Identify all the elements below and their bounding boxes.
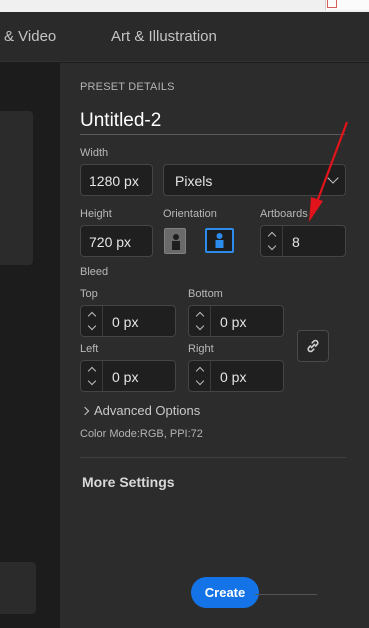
divider — [255, 594, 317, 595]
bleed-bottom-value: 0 px — [220, 314, 247, 330]
width-field[interactable]: 1280 px — [80, 164, 153, 196]
chevron-down-icon — [327, 172, 339, 184]
units-value: Pixels — [175, 173, 213, 189]
landscape-orientation-icon — [215, 233, 224, 248]
width-label: Width — [80, 147, 109, 159]
bleed-right-stepper[interactable]: 0 px — [188, 360, 284, 392]
width-value: 1280 px — [89, 173, 139, 189]
bleed-left-label: Left — [80, 343, 99, 355]
chevron-up-icon[interactable] — [87, 366, 97, 376]
link-bleed-button[interactable] — [297, 330, 329, 362]
artboards-value: 8 — [292, 234, 300, 250]
bleed-right-label: Right — [188, 343, 214, 355]
bleed-top-value: 0 px — [112, 314, 139, 330]
portrait-orientation-icon — [172, 234, 180, 250]
chevron-up-icon[interactable] — [195, 311, 205, 321]
artboards-stepper[interactable]: 8 — [260, 225, 346, 257]
bleed-left-value: 0 px — [112, 369, 139, 385]
tab-art-illustration[interactable]: Art & Illustration — [111, 28, 217, 45]
units-dropdown[interactable]: Pixels — [163, 164, 346, 196]
advanced-options-label: Advanced Options — [94, 403, 201, 418]
more-settings-link[interactable]: More Settings — [82, 474, 175, 490]
preset-details-heading: PRESET DETAILS — [80, 81, 175, 93]
preset-card[interactable] — [0, 111, 33, 265]
chevron-right-icon — [80, 406, 90, 416]
chevron-down-icon[interactable] — [195, 321, 205, 331]
color-mode-summary: Color Mode:RGB, PPI:72 — [80, 428, 203, 440]
bleed-right-value: 0 px — [220, 369, 247, 385]
window-title-strip — [0, 0, 369, 12]
landscape-orientation-button[interactable] — [205, 228, 234, 253]
artboards-label: Artboards — [260, 208, 308, 220]
chevron-down-icon[interactable] — [267, 241, 277, 251]
bleed-top-stepper[interactable]: 0 px — [80, 305, 176, 337]
bleed-right-stepper-arrows[interactable] — [189, 361, 211, 391]
tab-photo-video[interactable]: & Video — [4, 28, 56, 45]
link-chain-icon — [307, 339, 319, 353]
create-button[interactable]: Create — [191, 577, 259, 608]
height-field[interactable]: 720 px — [80, 225, 153, 257]
bleed-label: Bleed — [80, 266, 109, 278]
chevron-up-icon[interactable] — [87, 311, 97, 321]
bleed-bottom-label: Bottom — [188, 288, 223, 300]
chevron-up-icon[interactable] — [195, 366, 205, 376]
height-label: Height — [80, 208, 112, 220]
chevron-down-icon[interactable] — [87, 376, 97, 386]
advanced-options-toggle[interactable]: Advanced Options — [80, 403, 201, 418]
bleed-bottom-stepper-arrows[interactable] — [189, 306, 211, 336]
close-icon — [327, 0, 337, 8]
portrait-orientation-button[interactable] — [164, 228, 186, 254]
chevron-down-icon[interactable] — [195, 376, 205, 386]
artboards-stepper-arrows[interactable] — [261, 226, 283, 256]
bleed-left-stepper[interactable]: 0 px — [80, 360, 176, 392]
bleed-left-stepper-arrows[interactable] — [81, 361, 103, 391]
bleed-top-label: Top — [80, 288, 98, 300]
bleed-top-stepper-arrows[interactable] — [81, 306, 103, 336]
document-name-input[interactable] — [80, 107, 345, 135]
preset-card[interactable] — [0, 562, 36, 614]
bleed-bottom-stepper[interactable]: 0 px — [188, 305, 284, 337]
height-value: 720 px — [89, 234, 132, 250]
divider — [80, 457, 346, 458]
orientation-label: Orientation — [163, 208, 217, 220]
chevron-down-icon[interactable] — [87, 321, 97, 331]
chevron-up-icon[interactable] — [267, 231, 277, 241]
